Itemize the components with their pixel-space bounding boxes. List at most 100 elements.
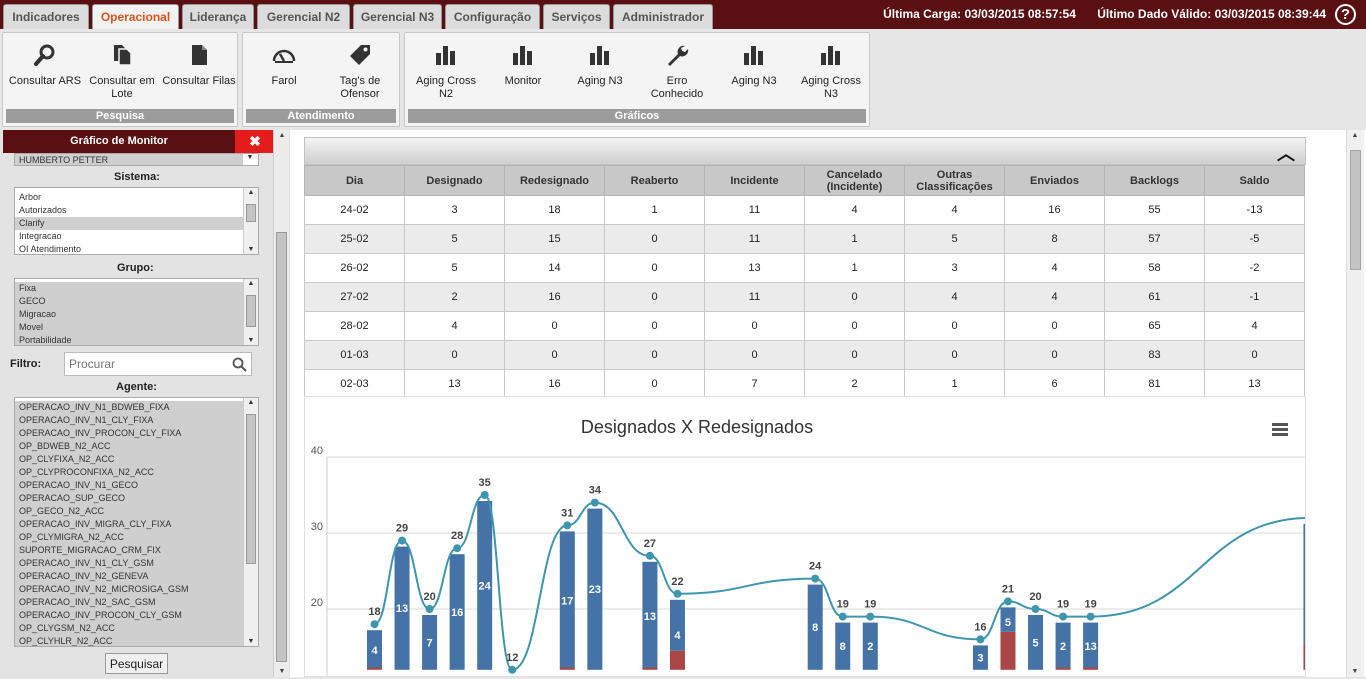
- list-item[interactable]: GECO: [15, 295, 258, 308]
- scrollbar[interactable]: ▲ ▼: [243, 398, 258, 646]
- tab-configuracao[interactable]: Configuração: [445, 4, 540, 29]
- farol-button[interactable]: Farol: [246, 43, 322, 88]
- list-item[interactable]: OP_CLYPROCONFIXA_N2_ACC: [15, 466, 258, 479]
- search-icon[interactable]: [232, 357, 247, 372]
- scroll-down-arrow-icon[interactable]: ▼: [1347, 668, 1363, 675]
- list-item[interactable]: OPERACAO_INV_PROCON_CLY_GSM: [15, 609, 258, 622]
- list-item[interactable]: OPERACAO_INV_N2_GENEVA: [15, 570, 258, 583]
- list-item[interactable]: Fixa: [15, 282, 258, 295]
- table-row[interactable]: 26-0251401313458-2: [305, 254, 1305, 283]
- table-cell: 0: [905, 341, 1005, 370]
- table-row[interactable]: 25-0251501115857-5: [305, 225, 1305, 254]
- list-item[interactable]: Arbor: [15, 191, 258, 204]
- sidebar-scrollbar[interactable]: ▲ ▼: [273, 130, 289, 677]
- bar-chart-icon: [588, 43, 612, 67]
- scroll-down-arrow-icon[interactable]: ▼: [274, 668, 290, 675]
- tab-servicos[interactable]: Serviços: [543, 4, 610, 29]
- scroll-down-arrow-icon[interactable]: ▼: [244, 246, 258, 253]
- scroll-up-arrow-icon[interactable]: ▲: [244, 280, 258, 287]
- list-item[interactable]: OPERACAO_SUP_GECO: [15, 492, 258, 505]
- bar-data-label: 3: [977, 653, 983, 665]
- list-item[interactable]: Movel: [15, 321, 258, 334]
- scroll-down-arrow-icon[interactable]: ▼: [243, 154, 257, 161]
- scroll-up-arrow-icon[interactable]: ▲: [1347, 132, 1363, 139]
- list-item[interactable]: Migracao: [15, 308, 258, 321]
- consultar-em-lote-button[interactable]: Consultar em Lote: [84, 43, 160, 101]
- list-item[interactable]: OP_CLYMIGRA_N2_ACC: [15, 531, 258, 544]
- tab-lideranca[interactable]: Liderança: [182, 4, 254, 29]
- sistema-listbox[interactable]: Arbor Autorizados Clarify Integracao OI …: [14, 187, 259, 255]
- list-item[interactable]: OI Atendimento: [15, 243, 258, 255]
- monitor-button[interactable]: Monitor: [485, 43, 561, 88]
- aging-n3-button[interactable]: Aging N3: [562, 43, 638, 88]
- list-item[interactable]: Portabilidade: [15, 334, 258, 346]
- tab-gerencial-n2[interactable]: Gerencial N2: [257, 4, 350, 29]
- aging-n3-button-2[interactable]: Aging N3: [716, 43, 792, 88]
- list-item[interactable]: SUPORTE_MIGRACAO_CRM_FIX: [15, 544, 258, 557]
- list-item[interactable]: OP_CLYHLR_N2_ACC: [15, 635, 258, 647]
- bar-segment-blue: [670, 600, 685, 651]
- list-item[interactable]: OPERACAO_INV_MIGRA_CLY_FIXA: [15, 518, 258, 531]
- aging-cross-n3-button[interactable]: Aging Cross N3: [793, 43, 869, 101]
- scroll-up-arrow-icon[interactable]: ▲: [274, 132, 290, 139]
- table-cell: -1: [1205, 283, 1305, 312]
- table-cell: 02-03: [305, 370, 405, 399]
- scrollbar-thumb[interactable]: [276, 232, 287, 662]
- list-item[interactable]: OP_GECO_N2_ACC: [15, 505, 258, 518]
- list-item[interactable]: OP_BDWEB_N2_ACC: [15, 440, 258, 453]
- close-icon[interactable]: ✖: [235, 130, 275, 153]
- list-item[interactable]: Autorizados: [15, 204, 258, 217]
- data-point: [1032, 605, 1040, 613]
- list-item[interactable]: OPERACAO_INV_N2_MICROSIGA_GSM: [15, 583, 258, 596]
- list-item[interactable]: OPERACAO_INV_N1_CLY_GSM: [15, 557, 258, 570]
- main-scrollbar[interactable]: ▲ ▼: [1346, 130, 1364, 677]
- tab-administrador[interactable]: Administrador: [613, 4, 713, 29]
- scroll-down-arrow-icon[interactable]: ▼: [244, 638, 258, 645]
- scroll-up-arrow-icon[interactable]: ▲: [244, 189, 258, 196]
- table-row[interactable]: 02-031316072168113: [305, 370, 1305, 399]
- grupo-listbox[interactable]: Fixa GECO Migracao Movel Portabilidade ▲…: [14, 278, 259, 346]
- hamburger-menu-icon[interactable]: [1272, 423, 1288, 436]
- list-item[interactable]: OPERACAO_INV_N1_GECO: [15, 479, 258, 492]
- panel-header: ︿: [304, 137, 1306, 165]
- list-item[interactable]: OP_CLYFIXA_N2_ACC: [15, 453, 258, 466]
- table-row[interactable]: 01-030000000830: [305, 341, 1305, 370]
- scrollbar[interactable]: ▼: [243, 154, 258, 165]
- aging-cross-n2-button[interactable]: Aging Cross N2: [408, 43, 484, 101]
- search-input[interactable]: [65, 353, 225, 375]
- tags-ofensor-button[interactable]: Tag's de Ofensor: [322, 43, 398, 101]
- analyst-list[interactable]: HUMBERTO PETTER ▼: [14, 153, 259, 166]
- list-item[interactable]: Integracao: [15, 230, 258, 243]
- scrollbar-thumb[interactable]: [1350, 150, 1361, 270]
- list-item[interactable]: OP_CLYGSM_N2_ACC: [15, 622, 258, 635]
- scroll-up-arrow-icon[interactable]: ▲: [244, 399, 258, 406]
- scrollbar-thumb[interactable]: [246, 295, 256, 327]
- consultar-ars-button[interactable]: Consultar ARS: [7, 43, 83, 88]
- list-item[interactable]: Clarify: [15, 217, 258, 230]
- scrollbar-thumb[interactable]: [246, 204, 256, 222]
- list-item[interactable]: HUMBERTO PETTER: [15, 154, 258, 166]
- help-icon[interactable]: ?: [1335, 4, 1356, 25]
- pesquisar-button[interactable]: Pesquisar: [105, 653, 168, 674]
- table-cell: 0: [605, 370, 705, 399]
- tab-gerencial-n3[interactable]: Gerencial N3: [353, 4, 442, 29]
- filtro-field[interactable]: [64, 352, 252, 376]
- chevron-up-icon[interactable]: ︿: [1277, 140, 1295, 166]
- scroll-down-arrow-icon[interactable]: ▼: [244, 337, 258, 344]
- list-item[interactable]: OPERACAO_INV_N1_CLY_FIXA: [15, 414, 258, 427]
- tab-indicadores[interactable]: Indicadores: [3, 4, 89, 29]
- table-row[interactable]: 28-024000000654: [305, 312, 1305, 341]
- list-item[interactable]: OPERACAO_INV_N1_BDWEB_FIXA: [15, 401, 258, 414]
- scrollbar[interactable]: ▲ ▼: [243, 188, 258, 254]
- erro-conhecido-button[interactable]: Erro Conhecido: [639, 43, 715, 101]
- agente-listbox[interactable]: OPERACAO_INV_N1_BDWEB_FIXAOPERACAO_INV_N…: [14, 397, 259, 647]
- list-item[interactable]: OPERACAO_INV_N2_SAC_GSM: [15, 596, 258, 609]
- scrollbar[interactable]: ▲ ▼: [243, 279, 258, 345]
- list-item[interactable]: OPERACAO_INV_PROCON_CLY_FIXA: [15, 427, 258, 440]
- table-row[interactable]: 27-0221601104461-1: [305, 283, 1305, 312]
- tab-operacional[interactable]: Operacional: [92, 4, 179, 29]
- scrollbar-thumb[interactable]: [246, 414, 256, 564]
- consultar-filas-button[interactable]: Consultar Filas: [161, 43, 237, 88]
- bar-data-label: 5: [1032, 637, 1038, 649]
- table-row[interactable]: 24-02318111441655-13: [305, 196, 1305, 225]
